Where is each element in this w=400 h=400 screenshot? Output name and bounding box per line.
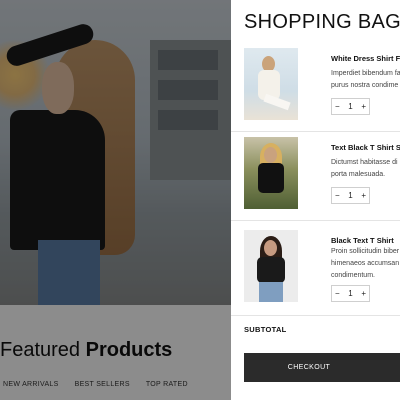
checkout-button[interactable]: CHECKOUT [244, 353, 400, 382]
divider [231, 220, 400, 221]
quantity-value[interactable]: 1 [348, 191, 352, 200]
product-desc-line: himenaeos accumsan [331, 260, 400, 267]
increase-qty-button[interactable]: + [361, 191, 366, 200]
decrease-qty-button[interactable]: − [335, 289, 340, 298]
product-desc-line: porta malesuada. [331, 171, 386, 178]
product-thumbnail[interactable] [244, 48, 298, 120]
divider [231, 131, 400, 132]
product-thumbnail[interactable] [244, 230, 298, 302]
increase-qty-button[interactable]: + [361, 102, 366, 111]
decrease-qty-button[interactable]: − [335, 191, 340, 200]
product-desc-line: Imperdiet bibendum fa [331, 70, 400, 77]
product-desc-line: Proin sollicitudin biber [331, 248, 400, 255]
quantity-stepper: − 1 + [331, 98, 370, 115]
product-thumbnail[interactable] [244, 137, 298, 209]
product-desc-line: Dictumst habitasse di [331, 159, 398, 166]
shopping-bag-drawer: SHOPPING BAG White Dress Shirt Fo Imperd… [231, 0, 400, 400]
decrease-qty-button[interactable]: − [335, 102, 340, 111]
quantity-stepper: − 1 + [331, 285, 370, 302]
product-name[interactable]: Black Text T Shirt [331, 236, 394, 245]
quantity-value[interactable]: 1 [348, 102, 352, 111]
quantity-value[interactable]: 1 [348, 289, 352, 298]
drawer-title: SHOPPING BAG [244, 11, 400, 33]
product-name[interactable]: Text Black T Shirt Sh [331, 143, 400, 152]
page-dim-overlay[interactable] [0, 0, 231, 400]
subtotal-label: SUBTOTAL [244, 325, 287, 334]
quantity-stepper: − 1 + [331, 187, 370, 204]
product-desc-line: condimentum. [331, 272, 375, 279]
product-desc-line: purus nostra condime [331, 82, 399, 89]
increase-qty-button[interactable]: + [361, 289, 366, 298]
divider [231, 315, 400, 316]
product-name[interactable]: White Dress Shirt Fo [331, 54, 400, 63]
